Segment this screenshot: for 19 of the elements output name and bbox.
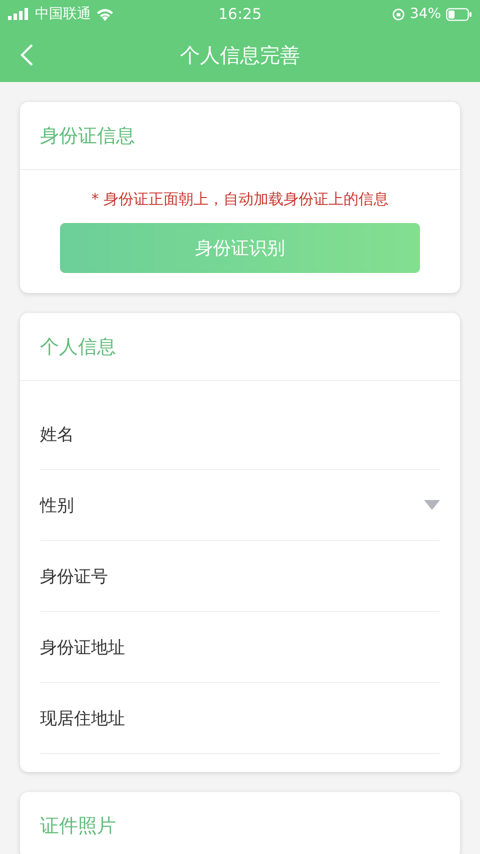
input-field[interactable]: 现居住地址: [40, 683, 440, 754]
carrier-name: 中国联通: [35, 5, 91, 23]
dropdown-icon: [424, 500, 440, 510]
rotation-lock-icon: [392, 8, 405, 20]
section-title: 个人信息: [40, 334, 116, 360]
section-title: 证件照片: [40, 814, 116, 838]
battery-icon: [446, 8, 472, 20]
signal-icon: [8, 8, 30, 20]
page-title: 个人信息完善: [180, 42, 300, 68]
status-time: 16:25: [218, 5, 262, 23]
notice-text: * 身份证正面朝上，自动加载身份证上的信息: [91, 190, 389, 209]
input-field[interactable]: 姓名: [40, 399, 440, 470]
back-icon[interactable]: [20, 43, 34, 67]
section-title: 身份证信息: [40, 124, 135, 148]
input-field[interactable]: 身份证地址: [40, 612, 440, 683]
wifi-icon: [96, 8, 114, 20]
input-field[interactable]: 身份证号: [40, 541, 440, 612]
battery-percent: 34%: [410, 6, 441, 22]
select-field[interactable]: 性别: [40, 470, 440, 541]
